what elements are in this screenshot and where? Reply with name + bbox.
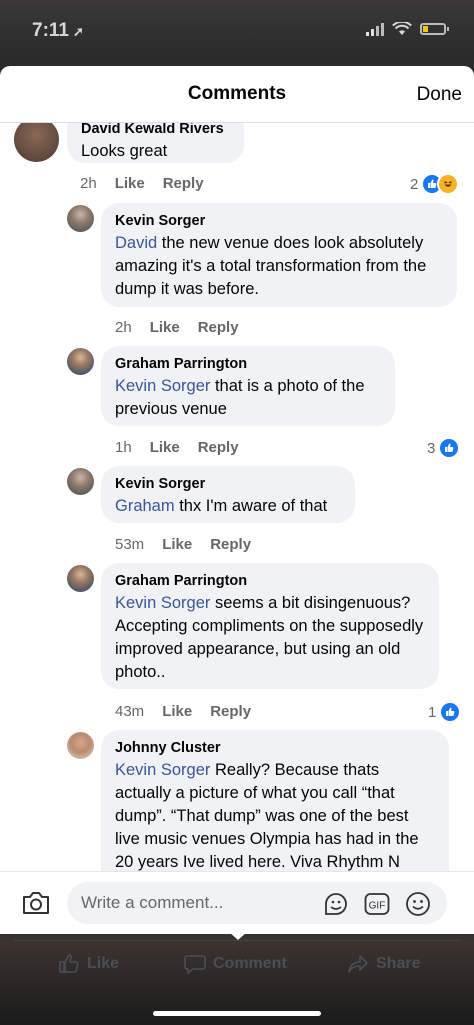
comment-time: 1h — [115, 439, 132, 456]
like-button[interactable]: Like — [150, 319, 180, 336]
comment-actions: 1h Like Reply — [115, 439, 239, 456]
sticker-icon[interactable] — [323, 891, 349, 917]
thumbs-up-icon — [59, 954, 79, 973]
avatar[interactable] — [67, 565, 94, 592]
like-button[interactable]: Like — [115, 175, 145, 192]
avatar[interactable] — [67, 468, 94, 495]
avatar[interactable] — [67, 205, 94, 232]
comment-author[interactable]: David Kewald Rivers — [81, 123, 230, 139]
comment-author[interactable]: Graham Parrington — [115, 354, 381, 374]
comment-time: 2h — [115, 319, 132, 336]
mention-link[interactable]: Kevin Sorger — [115, 761, 210, 779]
comment-text: Graham thx I'm aware of that — [115, 497, 328, 515]
mention-link[interactable]: Graham — [115, 497, 175, 515]
divider — [14, 940, 460, 941]
reply-button[interactable]: Reply — [198, 319, 239, 336]
share-icon — [348, 955, 368, 973]
comment-author[interactable]: Kevin Sorger — [115, 474, 341, 494]
reaction-count[interactable]: 3 — [427, 437, 461, 459]
comment-text: Kevin Sorger seems a bit disingenuous? A… — [115, 594, 424, 681]
comment-time: 53m — [115, 536, 145, 553]
comment-text: Kevin Sorger Really? Because thats actua… — [115, 761, 419, 871]
reaction-number: 2 — [410, 175, 419, 193]
reply-button[interactable]: Reply — [210, 536, 251, 553]
page-title: Comments — [187, 83, 287, 104]
reply-button[interactable]: Reply — [163, 175, 204, 192]
comment-bubble: Kevin Sorger Graham thx I'm aware of tha… — [101, 466, 355, 523]
comment-bubble: Graham Parrington Kevin Sorger seems a b… — [101, 563, 439, 689]
comment-time: 2h — [80, 175, 97, 192]
reply-button[interactable]: Reply — [210, 703, 251, 720]
reaction-number: 3 — [427, 439, 436, 457]
comment-bubble: Graham Parrington Kevin Sorger that is a… — [101, 346, 395, 426]
like-button[interactable]: Like — [150, 439, 180, 456]
mention-link[interactable]: David — [115, 234, 157, 252]
comment-actions: 43m Like Reply — [115, 703, 251, 720]
reaction-count[interactable]: 2 — [410, 173, 460, 195]
comment-bubble: Johnny Cluster Kevin Sorger Really? Beca… — [101, 730, 449, 871]
cellular-signal-icon — [366, 22, 384, 36]
post-share-label: Share — [376, 955, 421, 972]
wifi-icon — [392, 22, 412, 35]
post-comment-button[interactable]: Comment — [184, 954, 287, 974]
done-button[interactable]: Done — [417, 84, 462, 106]
post-like-button[interactable]: Like — [58, 954, 119, 974]
like-reaction-icon — [438, 437, 461, 459]
home-indicator[interactable] — [153, 1011, 321, 1016]
post-comment-label: Comment — [213, 955, 287, 972]
comment-bubble: Kevin Sorger David the new venue does lo… — [101, 203, 457, 307]
comment-author[interactable]: Graham Parrington — [115, 571, 425, 591]
sheet-pointer — [229, 932, 247, 940]
avatar[interactable] — [67, 732, 94, 759]
mention-link[interactable]: Kevin Sorger — [115, 594, 210, 612]
comment-icon — [184, 955, 206, 974]
comment-actions: 2h Like Reply — [115, 319, 239, 336]
comment-composer: Write a comment... GIF — [0, 871, 474, 934]
comment-list[interactable]: David Kewald Rivers Looks great 2h Like … — [0, 123, 474, 871]
comment-text: Looks great — [81, 142, 168, 160]
avatar[interactable] — [14, 123, 59, 162]
like-button[interactable]: Like — [162, 703, 192, 720]
comments-sheet: Comments Done David Kewald Rivers Looks … — [0, 66, 474, 934]
emoji-icon[interactable] — [405, 891, 431, 917]
sheet-header: Comments Done — [0, 66, 474, 123]
mention-link[interactable]: Kevin Sorger — [115, 377, 210, 395]
comment-author[interactable]: Johnny Cluster — [115, 738, 435, 758]
reply-button[interactable]: Reply — [198, 439, 239, 456]
comment-input[interactable]: Write a comment... GIF — [67, 882, 447, 924]
gif-icon[interactable]: GIF — [364, 891, 390, 917]
camera-icon[interactable] — [21, 890, 51, 916]
comment-text: David the new venue does look absolutely… — [115, 234, 427, 298]
reaction-count[interactable]: 1 — [428, 701, 462, 723]
location-arrow-icon: ➚ — [72, 24, 84, 39]
post-action-bar: Like Comment Share — [0, 932, 474, 990]
comment-bubble: David Kewald Rivers Looks great — [67, 123, 244, 163]
comment-actions: 53m Like Reply — [115, 536, 251, 553]
svg-text:GIF: GIF — [369, 901, 386, 912]
haha-reaction-icon — [437, 173, 460, 195]
like-reaction-icon — [439, 701, 462, 723]
clock: 7:11 ➚ — [32, 20, 84, 41]
comment-text: Kevin Sorger that is a photo of the prev… — [115, 377, 365, 418]
battery-icon — [420, 23, 449, 35]
post-like-label: Like — [87, 955, 120, 972]
reaction-number: 1 — [428, 703, 437, 721]
like-button[interactable]: Like — [162, 536, 192, 553]
status-bar: 7:11 ➚ — [0, 0, 474, 60]
comment-input-placeholder: Write a comment... — [81, 893, 224, 912]
comment-actions: 2h Like Reply — [80, 175, 204, 192]
post-share-button[interactable]: Share — [347, 954, 420, 974]
comment-time: 43m — [115, 703, 145, 720]
avatar[interactable] — [67, 348, 94, 375]
comment-author[interactable]: Kevin Sorger — [115, 211, 443, 231]
